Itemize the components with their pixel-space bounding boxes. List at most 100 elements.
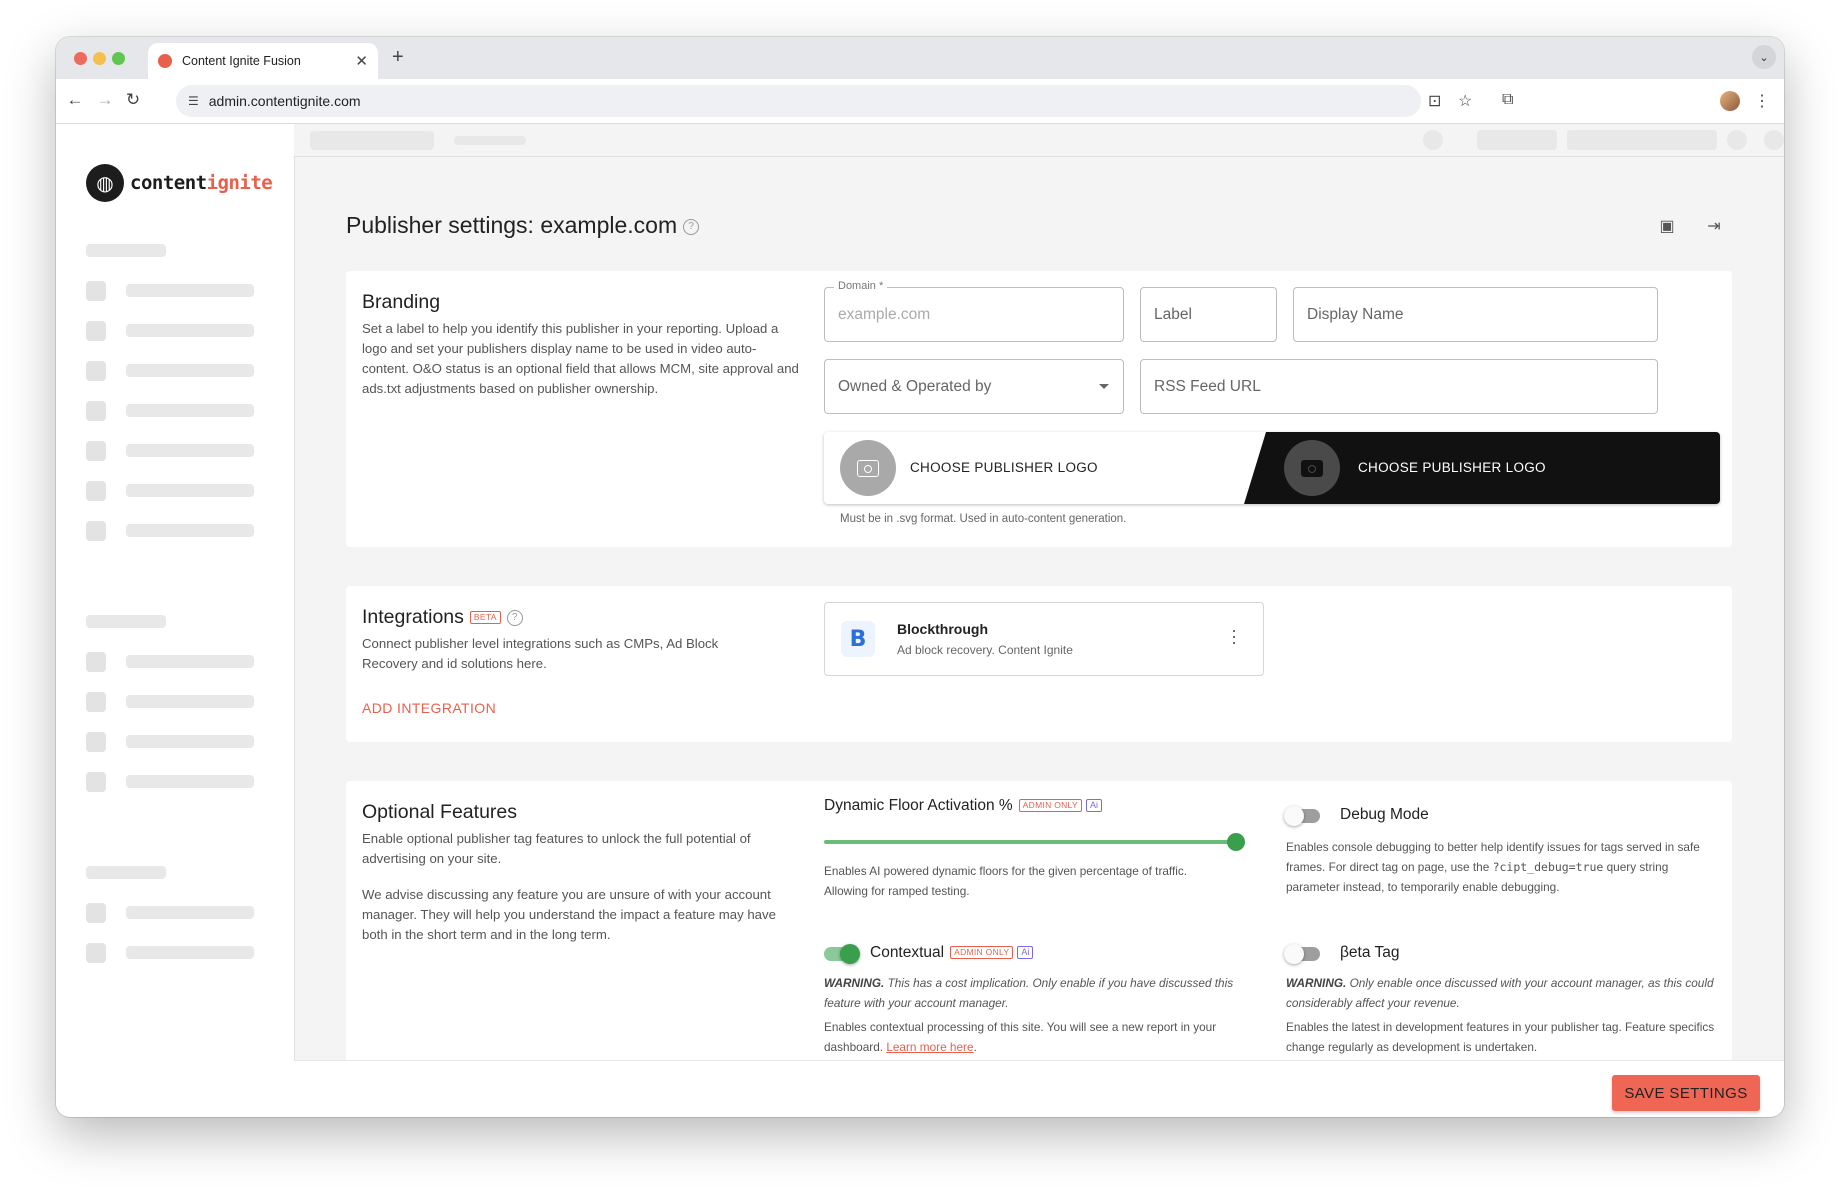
nav-item-icon[interactable] [86, 943, 106, 963]
archive-icon[interactable]: ▣ [1656, 216, 1678, 238]
display-name-placeholder: Display Name [1307, 305, 1404, 323]
browser-window: Content Ignite Fusion ✕ + ⌄ ← → ↻ ☰ admi… [56, 37, 1784, 1117]
topbar-icon-skeleton[interactable] [1423, 130, 1443, 150]
toggle-knob [1284, 806, 1304, 826]
logo-wordmark: contentignite [130, 172, 273, 194]
choose-logo-dark-button[interactable]: CHOOSE PUBLISHER LOGO [1244, 432, 1720, 504]
maximize-window-button[interactable] [112, 52, 125, 65]
close-window-button[interactable] [74, 52, 87, 65]
install-app-icon[interactable]: ⊡ [1428, 91, 1441, 111]
nav-item-skeleton[interactable] [126, 906, 254, 919]
site-settings-icon[interactable]: ☰ [188, 94, 199, 108]
nav-item-skeleton[interactable] [126, 284, 254, 297]
nav-item-skeleton[interactable] [126, 655, 254, 668]
contextual-description: Enables contextual processing of this si… [824, 1020, 1217, 1054]
address-bar[interactable]: ☰ admin.contentignite.com [176, 85, 1421, 117]
content-ignite-logo[interactable]: ◍ contentignite [86, 164, 273, 202]
nav-item-skeleton[interactable] [126, 404, 254, 417]
nav-item-skeleton[interactable] [126, 524, 254, 537]
nav-item-icon[interactable] [86, 321, 106, 341]
more-options-icon[interactable]: · · · [1231, 621, 1237, 651]
bookmark-star-icon[interactable]: ☆ [1458, 91, 1472, 111]
nav-item-icon[interactable] [86, 281, 106, 301]
integration-item-blockthrough[interactable]: B Blockthrough Ad block recovery. Conten… [824, 602, 1264, 676]
admin-only-badge: ADMIN ONLY [950, 946, 1014, 960]
nav-item-icon[interactable] [86, 401, 106, 421]
domain-legend: Domain * [834, 280, 888, 292]
contextual-warning: WARNING. This has a cost implication. On… [824, 973, 1254, 1013]
new-tab-button[interactable]: + [392, 46, 404, 69]
app-container: ◍ contentignite Publisher settings: exam… [56, 124, 1784, 1117]
close-tab-icon[interactable]: ✕ [355, 52, 368, 70]
minimize-window-button[interactable] [93, 52, 106, 65]
integration-name: Blockthrough [897, 621, 988, 637]
page-title: Publisher settings: example.com? [346, 212, 700, 239]
contextual-label: Contextual [870, 944, 945, 961]
beta-tag-text: Enables the latest in development featur… [1286, 1020, 1715, 1054]
topbar-button-skeleton[interactable] [1477, 130, 1557, 150]
logo-hint: Must be in .svg format. Used in auto-con… [840, 513, 1127, 525]
nav-item-icon[interactable] [86, 692, 106, 712]
help-icon[interactable]: ? [683, 218, 700, 235]
nav-item-skeleton[interactable] [126, 444, 254, 457]
dynamic-floor-label-row: Dynamic Floor Activation % ADMIN ONLY Ai [824, 797, 1102, 815]
optional-features-card: Optional Features Enable optional publis… [346, 781, 1732, 1081]
rss-placeholder: RSS Feed URL [1154, 377, 1261, 395]
exit-icon[interactable]: ⇥ [1703, 216, 1725, 238]
nav-item-icon[interactable] [86, 652, 106, 672]
browser-tab[interactable]: Content Ignite Fusion ✕ [148, 43, 378, 79]
browser-menu-icon[interactable]: ⋮ [1754, 91, 1770, 111]
beta-tag-warning-label: WARNING. [1286, 976, 1347, 990]
forward-icon[interactable]: → [94, 90, 116, 110]
domain-input[interactable]: Domain * example.com [824, 280, 1124, 342]
contextual-toggle[interactable] [824, 944, 860, 964]
topbar-button-skeleton[interactable] [1567, 130, 1717, 150]
nav-item-icon[interactable] [86, 441, 106, 461]
nav-item-skeleton[interactable] [126, 484, 254, 497]
nav-item-icon[interactable] [86, 903, 106, 923]
dynamic-floor-label: Dynamic Floor Activation % [824, 797, 1013, 814]
back-icon[interactable]: ← [64, 90, 86, 110]
rss-feed-input[interactable]: RSS Feed URL [1140, 359, 1658, 414]
display-name-input[interactable]: Display Name [1293, 287, 1658, 342]
tab-search-icon[interactable]: ⌄ [1752, 45, 1776, 69]
save-settings-button[interactable]: SAVE SETTINGS [1612, 1075, 1760, 1111]
nav-item-icon[interactable] [86, 481, 106, 501]
nav-item-skeleton[interactable] [126, 324, 254, 337]
owned-operated-select[interactable]: Owned & Operated by [824, 359, 1124, 414]
nav-item-icon[interactable] [86, 361, 106, 381]
nav-item-icon[interactable] [86, 521, 106, 541]
dynamic-floor-slider-track[interactable] [824, 840, 1236, 844]
label-input[interactable]: Label [1140, 287, 1277, 342]
help-icon[interactable]: ? [506, 609, 523, 626]
integrations-card: Integrations BETA? Connect publisher leve… [346, 586, 1732, 742]
beta-tag-toggle[interactable] [1284, 944, 1320, 964]
nav-item-skeleton[interactable] [126, 775, 254, 788]
admin-only-badge: ADMIN ONLY [1018, 799, 1082, 813]
nav-item-skeleton[interactable] [126, 735, 254, 748]
beta-badge: BETA [469, 611, 501, 625]
beta-tag-warning: WARNING. Only enable once discussed with… [1286, 973, 1716, 1013]
choose-logo-light-button[interactable]: CHOOSE PUBLISHER LOGO [824, 432, 1254, 504]
nav-item-skeleton[interactable] [126, 695, 254, 708]
ai-badge: Ai [1085, 799, 1102, 813]
reload-icon[interactable]: ↻ [122, 90, 144, 110]
debug-mode-label: Debug Mode [1340, 806, 1429, 823]
nav-item-skeleton[interactable] [126, 946, 254, 959]
extensions-icon[interactable]: ⧉ [1502, 91, 1513, 109]
integration-subtitle: Ad block recovery. Content Ignite [897, 643, 1073, 657]
nav-item-icon[interactable] [86, 772, 106, 792]
nav-item-skeleton[interactable] [126, 364, 254, 377]
dynamic-floor-slider-thumb[interactable] [1227, 833, 1245, 851]
add-integration-button[interactable]: ADD INTEGRATION [362, 700, 496, 716]
debug-mode-toggle[interactable] [1284, 806, 1320, 826]
profile-avatar[interactable] [1720, 91, 1740, 111]
nav-section-heading-skeleton [86, 866, 166, 879]
learn-more-link[interactable]: Learn more here [886, 1040, 973, 1054]
topbar-icon-skeleton[interactable] [1764, 130, 1784, 150]
topbar-icon-skeleton[interactable] [1727, 130, 1747, 150]
nav-section-heading-skeleton [86, 244, 166, 257]
nav-item-icon[interactable] [86, 732, 106, 752]
flame-logo-icon: ◍ [86, 164, 124, 202]
favicon-icon [158, 54, 172, 68]
